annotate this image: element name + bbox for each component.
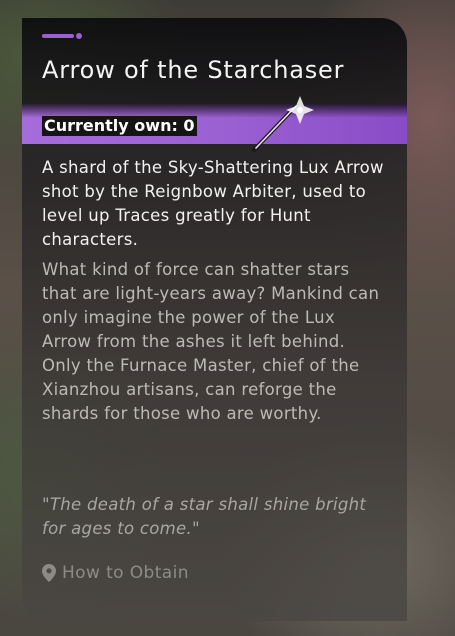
arrow-item-icon: [252, 96, 314, 152]
owned-count-bar: Currently own: 0: [22, 104, 407, 144]
item-lore: What kind of force can shatter stars tha…: [42, 258, 387, 426]
item-description: A shard of the Sky-Shattering Lux Arrow …: [42, 158, 384, 249]
item-quote: "The death of a star shall shine bright …: [42, 495, 367, 538]
rarity-accent-dot: [76, 33, 82, 39]
how-to-obtain-button[interactable]: How to Obtain: [42, 563, 189, 583]
item-title: Arrow of the Starchaser: [42, 56, 345, 84]
lore-paragraph: Only the Furnace Master, chief of the Xi…: [42, 356, 360, 423]
how-to-obtain-label: How to Obtain: [62, 563, 189, 583]
item-detail-card: Arrow of the Starchaser Currently own: 0…: [22, 18, 407, 621]
lore-paragraph: What kind of force can shatter stars tha…: [42, 260, 380, 351]
rarity-accent-line: [42, 34, 74, 38]
owned-count-label: Currently own: 0: [42, 116, 197, 136]
location-pin-icon: [42, 564, 56, 582]
